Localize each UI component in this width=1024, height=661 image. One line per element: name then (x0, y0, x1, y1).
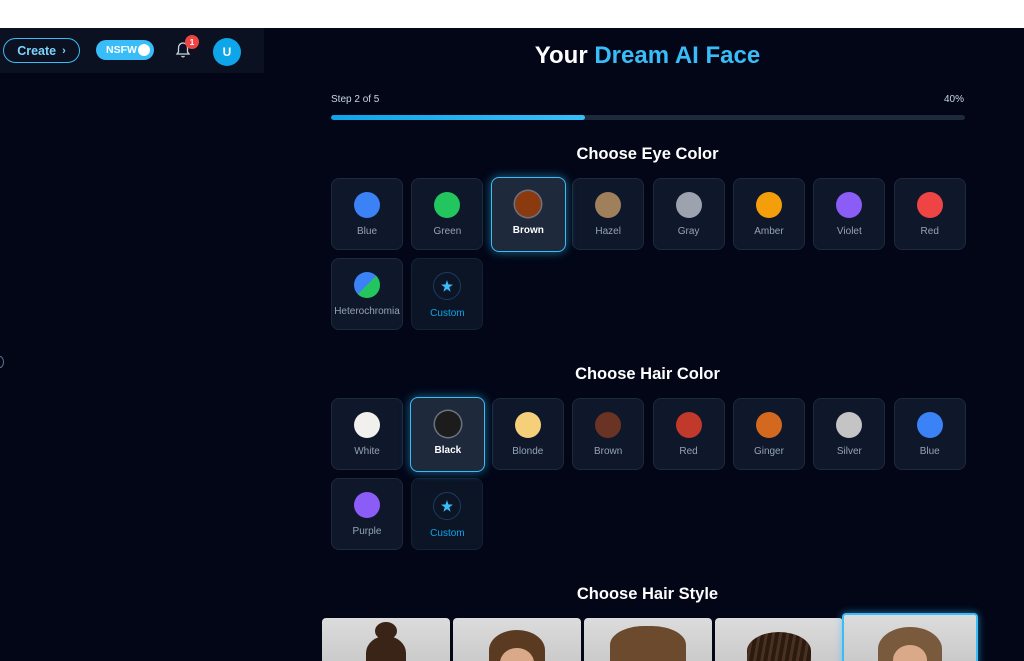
option-label: Gray (677, 226, 700, 237)
eye-color-option-amber[interactable]: Amber (732, 178, 805, 250)
hair-style-thumbnail (747, 632, 811, 661)
hair-color-option-red[interactable]: Red (652, 398, 725, 470)
hair-style-options (322, 613, 982, 661)
option-label: Red (679, 446, 698, 457)
color-swatch (595, 412, 622, 438)
option-label: Hazel (595, 226, 621, 237)
notification-badge: 1 (185, 35, 199, 49)
option-label: Brown (512, 225, 544, 236)
eye-color-heading: Choose Eye Color (576, 145, 719, 163)
color-swatch (836, 412, 863, 438)
hair-style-card-bun[interactable] (322, 618, 450, 661)
eye-color-option-green[interactable]: Green (411, 178, 484, 250)
progress-bar (331, 115, 965, 120)
title-prefix: Your (534, 42, 588, 69)
hair-style-card-braids[interactable] (715, 618, 843, 661)
option-label: White (354, 446, 380, 457)
option-label: Custom (430, 528, 465, 539)
color-swatch (675, 412, 702, 438)
option-label: Blue (919, 446, 940, 457)
option-label: Ginger (753, 446, 784, 457)
hair-color-option-blonde[interactable]: Blonde (491, 398, 564, 470)
option-label: Red (920, 226, 939, 237)
color-swatch (515, 191, 542, 217)
collapse-handle[interactable] (0, 356, 4, 368)
nsfw-toggle[interactable]: NSFW (96, 40, 154, 60)
eye-color-option-red[interactable]: Red (893, 178, 966, 250)
color-swatch (755, 192, 782, 218)
eye-color-option-hazel[interactable]: Hazel (572, 178, 645, 250)
color-swatch (354, 412, 380, 438)
option-label: Purple (352, 526, 382, 537)
progress-percent: 40% (943, 94, 964, 105)
eye-color-option-gray[interactable]: Gray (652, 178, 725, 250)
hair-color-option-purple[interactable]: Purple (331, 478, 403, 550)
hair-color-options: White Black Blonde Brown Red Ginger Silver Blue… (331, 397, 971, 550)
sparkle-icon (433, 492, 462, 520)
hair-color-option-blue[interactable]: Blue (893, 398, 966, 470)
color-swatch (595, 192, 622, 218)
sparkle-icon (433, 272, 462, 300)
eye-color-option-custom[interactable]: Custom (411, 258, 484, 330)
create-button[interactable]: Create › (3, 38, 80, 63)
color-swatch (916, 192, 943, 218)
color-swatch (354, 192, 380, 218)
color-swatch (836, 192, 863, 218)
option-label: Blue (356, 226, 377, 237)
chevron-right-icon: › (62, 44, 66, 57)
hair-style-heading: Choose Hair Style (576, 585, 719, 603)
color-swatch (434, 411, 461, 437)
toggle-knob (138, 44, 150, 56)
eye-color-option-heterochromia[interactable]: Heterochromia (331, 258, 403, 330)
option-label: Violet (836, 226, 862, 237)
user-avatar[interactable]: U (213, 38, 241, 66)
hair-style-card-curly[interactable] (584, 618, 712, 661)
nsfw-toggle-label: NSFW (106, 44, 137, 56)
hair-color-option-custom[interactable]: Custom (411, 478, 484, 550)
hair-style-card-wavy[interactable] (842, 613, 978, 661)
option-label: Green (433, 226, 462, 237)
option-label: Brown (593, 446, 623, 457)
color-swatch (916, 412, 943, 438)
hair-color-option-silver[interactable]: Silver (813, 398, 886, 470)
hair-color-option-white[interactable]: White (331, 398, 403, 470)
eye-color-option-violet[interactable]: Violet (813, 178, 886, 250)
eye-color-option-brown[interactable]: Brown (490, 177, 566, 252)
title-accent: Dream AI Face (594, 42, 761, 69)
option-label: Black (434, 445, 462, 456)
option-label: Silver (836, 446, 862, 457)
eye-color-option-blue[interactable]: Blue (331, 178, 403, 250)
progress-bar-fill (331, 115, 585, 120)
option-label: Blonde (512, 446, 544, 457)
hair-color-option-ginger[interactable]: Ginger (732, 398, 805, 470)
color-swatch (755, 412, 782, 438)
option-label: Heterochromia (334, 306, 400, 317)
hair-style-thumbnail (610, 626, 686, 661)
option-label: Amber (754, 226, 784, 237)
option-label: Custom (430, 308, 465, 319)
hair-style-thumbnail (366, 622, 406, 661)
color-swatch (675, 192, 702, 218)
hair-color-option-brown[interactable]: Brown (572, 398, 645, 470)
step-indicator: Step 2 of 5 (331, 94, 380, 105)
create-button-label: Create (17, 43, 57, 58)
eye-color-options: Blue Green Brown Hazel Gray Amber Violet Red Het… (331, 177, 971, 330)
color-swatch (434, 192, 461, 218)
hair-style-card-ponytail[interactable] (453, 618, 581, 661)
app-root: Create › NSFW 1 U Your Dream AI Face Ste… (0, 28, 1024, 661)
page-title: Your Dream AI Face (331, 42, 964, 70)
color-swatch (354, 272, 380, 298)
top-toolbar: Create › NSFW 1 U (0, 28, 264, 73)
hair-color-heading: Choose Hair Color (575, 365, 720, 383)
color-swatch (354, 492, 380, 518)
color-swatch (514, 412, 541, 438)
hair-color-option-black[interactable]: Black (410, 397, 486, 472)
